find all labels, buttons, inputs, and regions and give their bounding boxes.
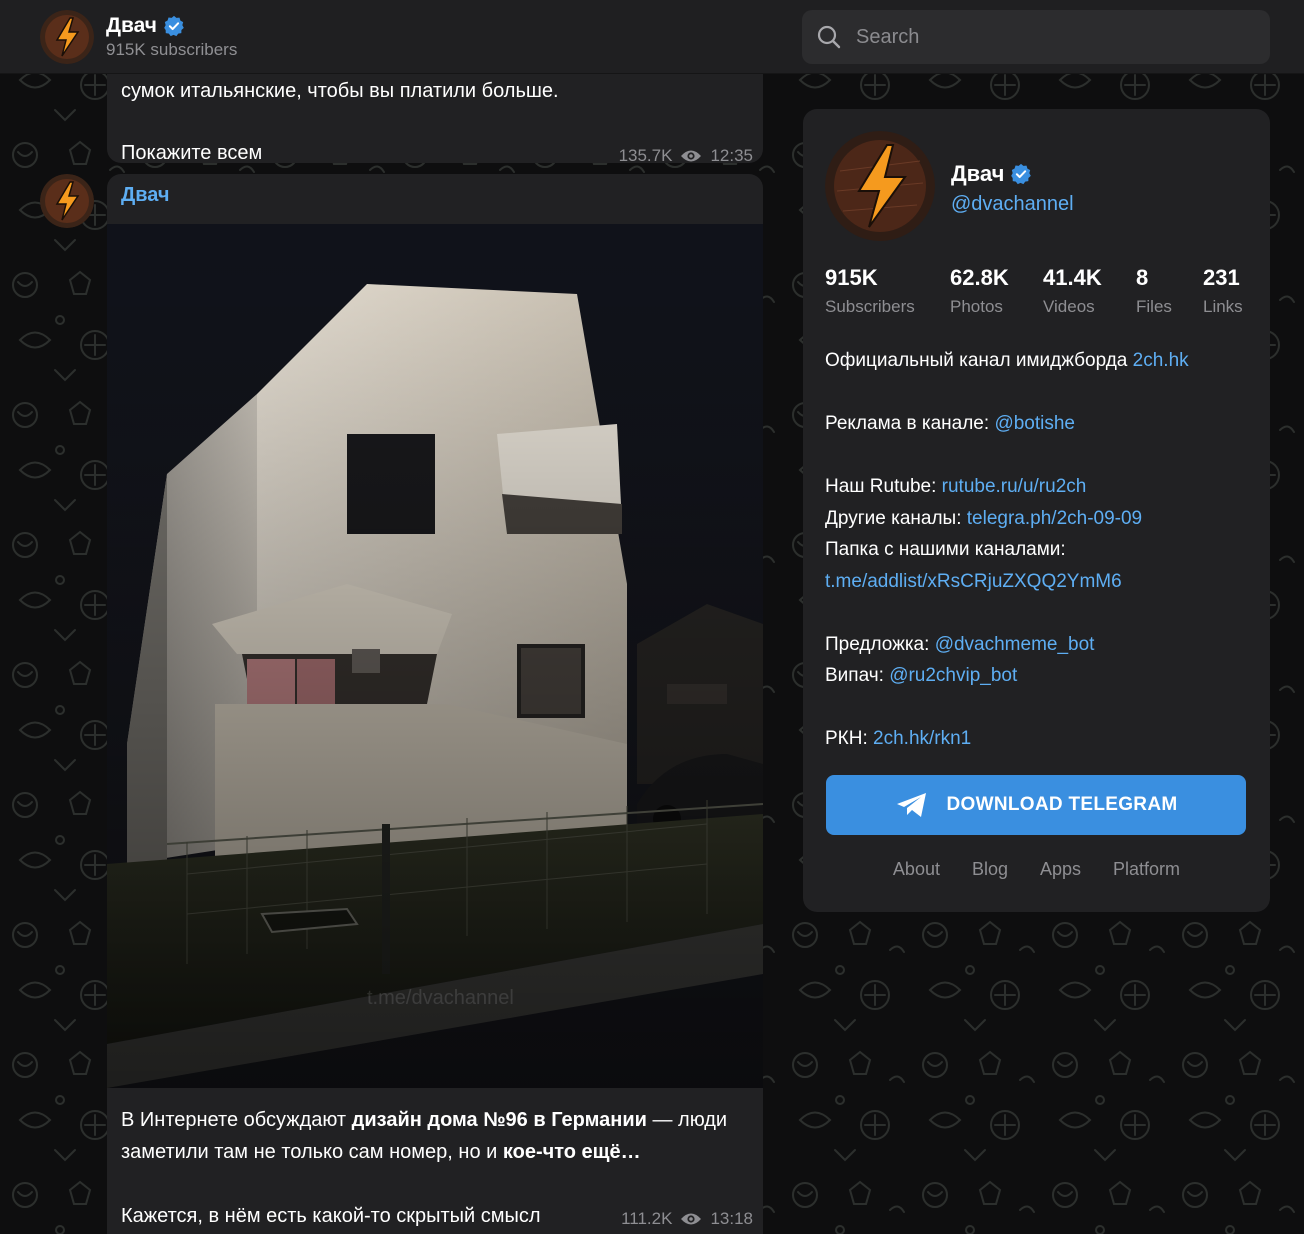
eye-icon — [681, 150, 702, 162]
message-text: сумок итальянские, чтобы вы платили боль… — [121, 80, 559, 102]
message-meta: 111.2K 13:18 — [621, 1209, 753, 1229]
post-photo[interactable]: t.me/dvachannel — [107, 224, 763, 1088]
stat-videos[interactable]: 41.4K Videos — [1043, 265, 1102, 317]
stat-links[interactable]: 231 Links — [1203, 265, 1243, 317]
footer-link-apps[interactable]: Apps — [1040, 859, 1081, 880]
message-meta: 135.7K 12:35 — [619, 146, 753, 163]
channel-info-panel: Двач @dvachannel 915K Subscribers 62.8K … — [803, 109, 1270, 912]
panel-channel-name: Двач — [951, 161, 1005, 186]
desc-line-rkn: РКН: 2ch.hk/rkn1 — [825, 728, 972, 749]
stat-subscribers: 915K Subscribers — [825, 265, 915, 316]
channel-stats: 915K Subscribers 62.8K Photos 41.4K Vide… — [825, 265, 1255, 325]
view-count: 135.7K — [618, 146, 673, 163]
photo-watermark: t.me/dvachannel — [367, 987, 514, 1009]
search-icon — [817, 25, 841, 49]
download-telegram-label: DOWNLOAD TELEGRAM — [946, 794, 1178, 815]
desc-line-rutube: Наш Rutube: rutube.ru/u/ru2ch — [825, 476, 1087, 497]
stat-files[interactable]: 8 Files — [1136, 265, 1172, 317]
download-telegram-button[interactable]: DOWNLOAD TELEGRAM — [826, 775, 1246, 835]
channel-title[interactable]: Двач — [106, 14, 185, 38]
channel-avatar-large — [825, 131, 935, 241]
link-addlist[interactable]: t.me/addlist/xRsCRjuZXQQ2YmM6 — [825, 571, 1122, 592]
post-author-avatar[interactable] — [40, 174, 94, 228]
message-text: Покажите всем — [121, 142, 263, 163]
subscriber-count: 915K subscribers — [106, 40, 238, 59]
caption-bold: дизайн дома №96 в Германии — [351, 1109, 647, 1131]
message-time: 12:35 — [710, 146, 753, 163]
link-telegraph[interactable]: telegra.ph/2ch-09-09 — [967, 508, 1142, 529]
eye-icon — [681, 1213, 702, 1225]
message-time: 13:18 — [710, 1209, 753, 1228]
desc-line-other: Другие каналы: telegra.ph/2ch-09-09 — [825, 507, 1143, 529]
desc-line-official: Официальный канал имиджборда 2ch.hk — [825, 350, 1189, 371]
message-bubble-post: Двач t.me/dvachannel В Интернете обсужда… — [107, 174, 763, 1234]
panel-channel-title: Двач — [951, 161, 1032, 187]
link-2ch[interactable]: 2ch.hk — [1133, 350, 1189, 371]
post-author[interactable]: Двач — [121, 184, 170, 207]
channel-avatar[interactable] — [40, 10, 94, 64]
view-count: 111.2K — [621, 1209, 673, 1228]
channel-name: Двач — [106, 14, 157, 37]
stat-photos[interactable]: 62.8K Photos — [950, 265, 1009, 317]
desc-line-suggest: Предложка: @dvachmeme_bot — [825, 633, 1095, 655]
verified-icon — [1011, 163, 1032, 185]
link-ru2chvip-bot[interactable]: @ru2chvip_bot — [889, 665, 1017, 686]
channel-description: Официальный канал имиджборда 2ch.hk Рекл… — [825, 345, 1255, 755]
top-header: Двач 915K subscribers — [0, 0, 1304, 74]
caption-bold: кое-что ещё… — [502, 1141, 641, 1163]
search-input[interactable] — [856, 10, 1256, 64]
link-dvachmeme-bot[interactable]: @dvachmeme_bot — [935, 634, 1095, 655]
footer-link-about[interactable]: About — [893, 859, 940, 880]
link-rutube[interactable]: rutube.ru/u/ru2ch — [942, 476, 1087, 497]
desc-line-folder: Папка с нашими каналами: — [825, 539, 1066, 560]
link-rkn[interactable]: 2ch.hk/rkn1 — [873, 728, 971, 749]
search-box[interactable] — [802, 10, 1270, 64]
telegram-plane-icon — [896, 793, 926, 817]
link-botishe[interactable]: @botishe — [994, 413, 1075, 434]
channel-handle-link[interactable]: @dvachannel — [951, 193, 1074, 216]
footer-link-platform[interactable]: Platform — [1113, 859, 1180, 880]
verified-icon — [164, 15, 184, 37]
footer-link-blog[interactable]: Blog — [972, 859, 1008, 880]
desc-line-vip: Випач: @ru2chvip_bot — [825, 665, 1018, 686]
message-bubble-previous: сумок итальянские, чтобы вы платили боль… — [107, 74, 763, 163]
message-feed[interactable]: сумок итальянские, чтобы вы платили боль… — [0, 74, 790, 1234]
footer-links: About Blog Apps Platform — [803, 859, 1270, 880]
desc-line-ads: Реклама в канале: @botishe — [825, 413, 1075, 434]
